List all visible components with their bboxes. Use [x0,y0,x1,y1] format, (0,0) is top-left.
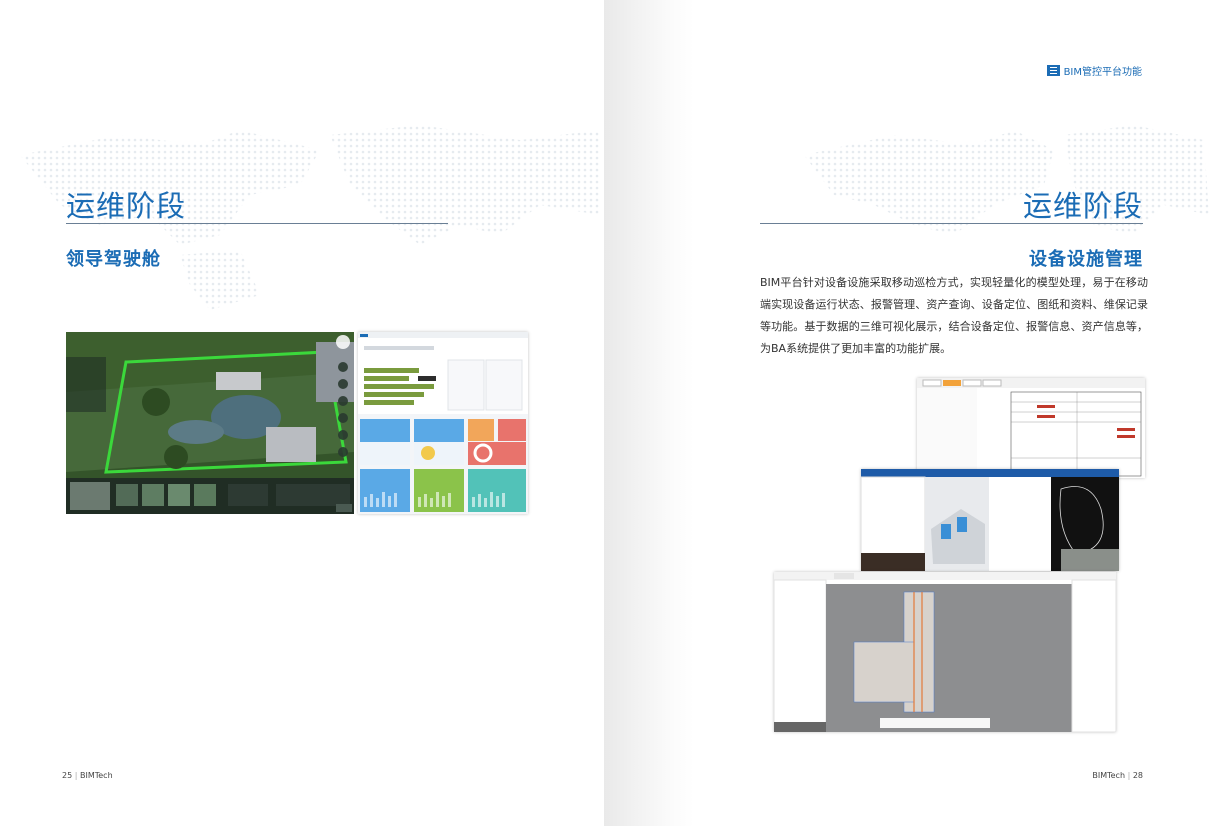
campus-3d-image [66,332,354,514]
left-page: 运维阶段 领导驾驶舱 25 | BIMTech [0,0,604,826]
document-screenshot [917,378,1145,478]
campus-3d-screenshot [66,332,354,514]
book-gutter [604,0,694,826]
title-divider [66,223,448,224]
drawing-screenshot [861,469,1119,571]
footer-brand: BIMTech [79,771,113,780]
header-tag-label: BIM管控平台功能 [1063,67,1142,78]
section-title: 运维阶段 [1022,189,1143,223]
menu-lines-icon [1046,65,1060,76]
document-image [917,378,1145,478]
page-number: 28 [1132,771,1143,780]
header-tag: BIM管控平台功能 [1046,63,1142,78]
drawing-image [861,469,1119,571]
page-number-right: BIMTech | 28 [1092,771,1143,780]
sub-title: 设备设施管理 [1029,249,1143,270]
page-number-left: 25 | BIMTech [62,771,113,780]
dashboard-screenshot [358,332,528,514]
dashboard-image [358,332,528,512]
title-divider [760,223,1143,224]
page-number: 25 [62,771,73,780]
right-page: BIM管控平台功能 运维阶段 设备设施管理 BIM平台针对设备设施采取移动巡检方… [604,0,1209,826]
sub-title: 领导驾驶舱 [66,249,161,270]
section-title: 运维阶段 [66,189,187,223]
footer-brand: BIMTech [1092,771,1126,780]
description-paragraph: BIM平台针对设备设施采取移动巡检方式，实现轻量化的模型处理，易于在移动端实现设… [760,276,1148,355]
bim-model-screenshot [774,572,1116,732]
bim-model-image [774,572,1116,732]
